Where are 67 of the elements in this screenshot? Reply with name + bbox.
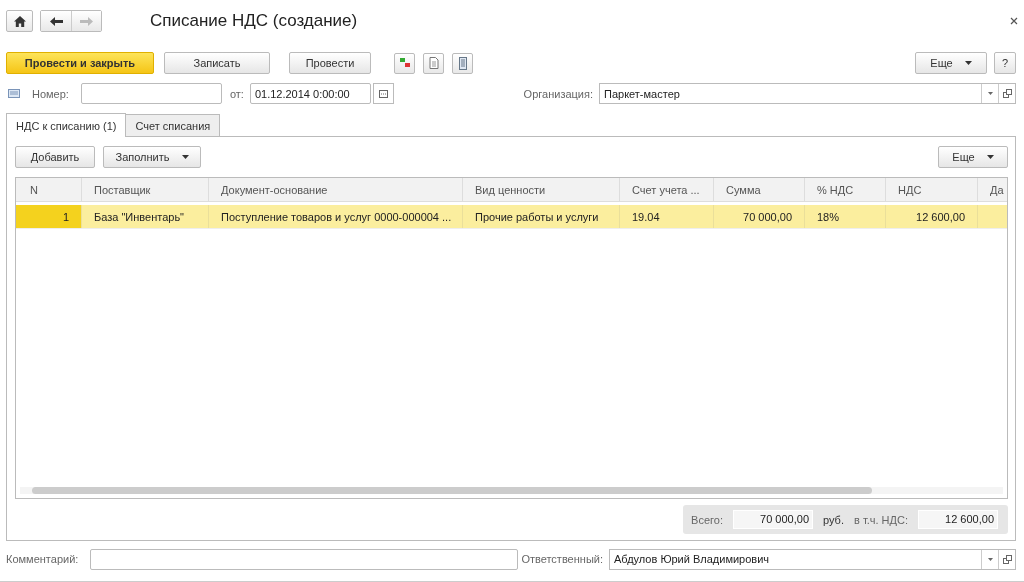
tab[interactable]: НДС к списанию (1)	[6, 113, 127, 137]
vat-field: 12 600,00	[918, 510, 998, 529]
column-header[interactable]: Сумма	[714, 178, 805, 201]
column-header[interactable]: Счет учета ...	[620, 178, 714, 201]
organization-label: Организация:	[523, 87, 593, 100]
window-title: Списание НДС (создание)	[150, 11, 358, 31]
table-cell: 18%	[817, 210, 840, 223]
close-button[interactable]	[1008, 15, 1020, 27]
document-button[interactable]	[423, 52, 444, 74]
total-field: 70 000,00	[733, 510, 813, 529]
help-button[interactable]: ?	[994, 52, 1016, 74]
document-icon	[428, 57, 439, 69]
table-cell: 1	[62, 210, 69, 223]
caret-icon	[964, 61, 972, 65]
responsible-label: Ответственный:	[521, 553, 603, 565]
responsible-field[interactable]: Абдулов Юрий Владимирович	[609, 548, 1016, 570]
toolbar-button[interactable]: Записать	[164, 52, 270, 74]
back-arrow-icon	[49, 16, 63, 26]
column-header[interactable]: НДС	[886, 178, 978, 201]
table-cell: 70 000,00	[743, 210, 792, 223]
date-field[interactable]: 01.12.2014 0:00:00	[249, 83, 371, 104]
post-and-close-button[interactable]: Провести и закрыть	[6, 52, 154, 74]
tab[interactable]: Счет списания	[125, 114, 221, 136]
table-cell: Поступление товаров и услуг 0000-000004 ...	[221, 210, 452, 223]
column-header[interactable]: % НДС	[805, 178, 886, 201]
toolbar-button[interactable]: Провести	[289, 52, 371, 74]
table-cell: Прочие работы и услуги	[475, 210, 599, 223]
column-header[interactable]: Вид ценности	[463, 178, 620, 201]
currency-label: руб.	[823, 513, 844, 526]
report-button[interactable]	[452, 52, 473, 74]
comment-field[interactable]	[90, 548, 519, 570]
caret-icon	[987, 92, 993, 95]
home-button[interactable]	[6, 10, 33, 32]
calendar-icon	[378, 89, 388, 98]
column-header[interactable]: Документ-основание	[209, 178, 463, 201]
home-icon	[13, 15, 26, 27]
table-cell: База "Инвентарь"	[94, 210, 184, 223]
open-icon	[1002, 554, 1012, 564]
back-button[interactable]	[41, 11, 71, 31]
calendar-button[interactable]	[372, 83, 394, 104]
caret-icon	[181, 155, 189, 159]
horizontal-scrollbar[interactable]	[20, 487, 1003, 494]
organization-field[interactable]: Паркет-мастер	[599, 83, 1016, 104]
fill-button[interactable]: Заполнить	[103, 146, 201, 168]
date-label: от:	[229, 87, 244, 100]
list-icon	[458, 56, 467, 70]
column-header[interactable]: Поставщик	[82, 178, 209, 201]
more-button[interactable]: Еще	[915, 52, 987, 74]
add-button[interactable]: Добавить	[15, 146, 95, 168]
caret-icon	[986, 155, 994, 159]
total-label: Всего:	[691, 513, 723, 526]
table-row[interactable]: 1 База "Инвентарь" Поступление товаров и услуг 0000-000004 ... Прочие работы и услуги 19.04 70 000,00 18% 12 600,00	[16, 205, 1007, 229]
caret-icon	[987, 557, 993, 561]
dt-kt-button[interactable]	[394, 52, 415, 74]
number-field[interactable]	[80, 83, 222, 104]
table-cell: 19.04	[632, 210, 660, 223]
number-label: Номер:	[32, 87, 69, 100]
column-header[interactable]: Да	[978, 178, 1007, 201]
open-icon	[1002, 89, 1012, 98]
close-icon	[1010, 17, 1018, 25]
forward-arrow-icon	[80, 16, 93, 26]
vat-label: в т.ч. НДС:	[854, 513, 908, 526]
list-icon	[8, 89, 20, 98]
column-header[interactable]: N	[16, 178, 82, 201]
table-cell: 12 600,00	[916, 210, 965, 223]
more-button[interactable]: Еще	[938, 146, 1008, 168]
comment-label: Комментарий:	[6, 553, 79, 565]
